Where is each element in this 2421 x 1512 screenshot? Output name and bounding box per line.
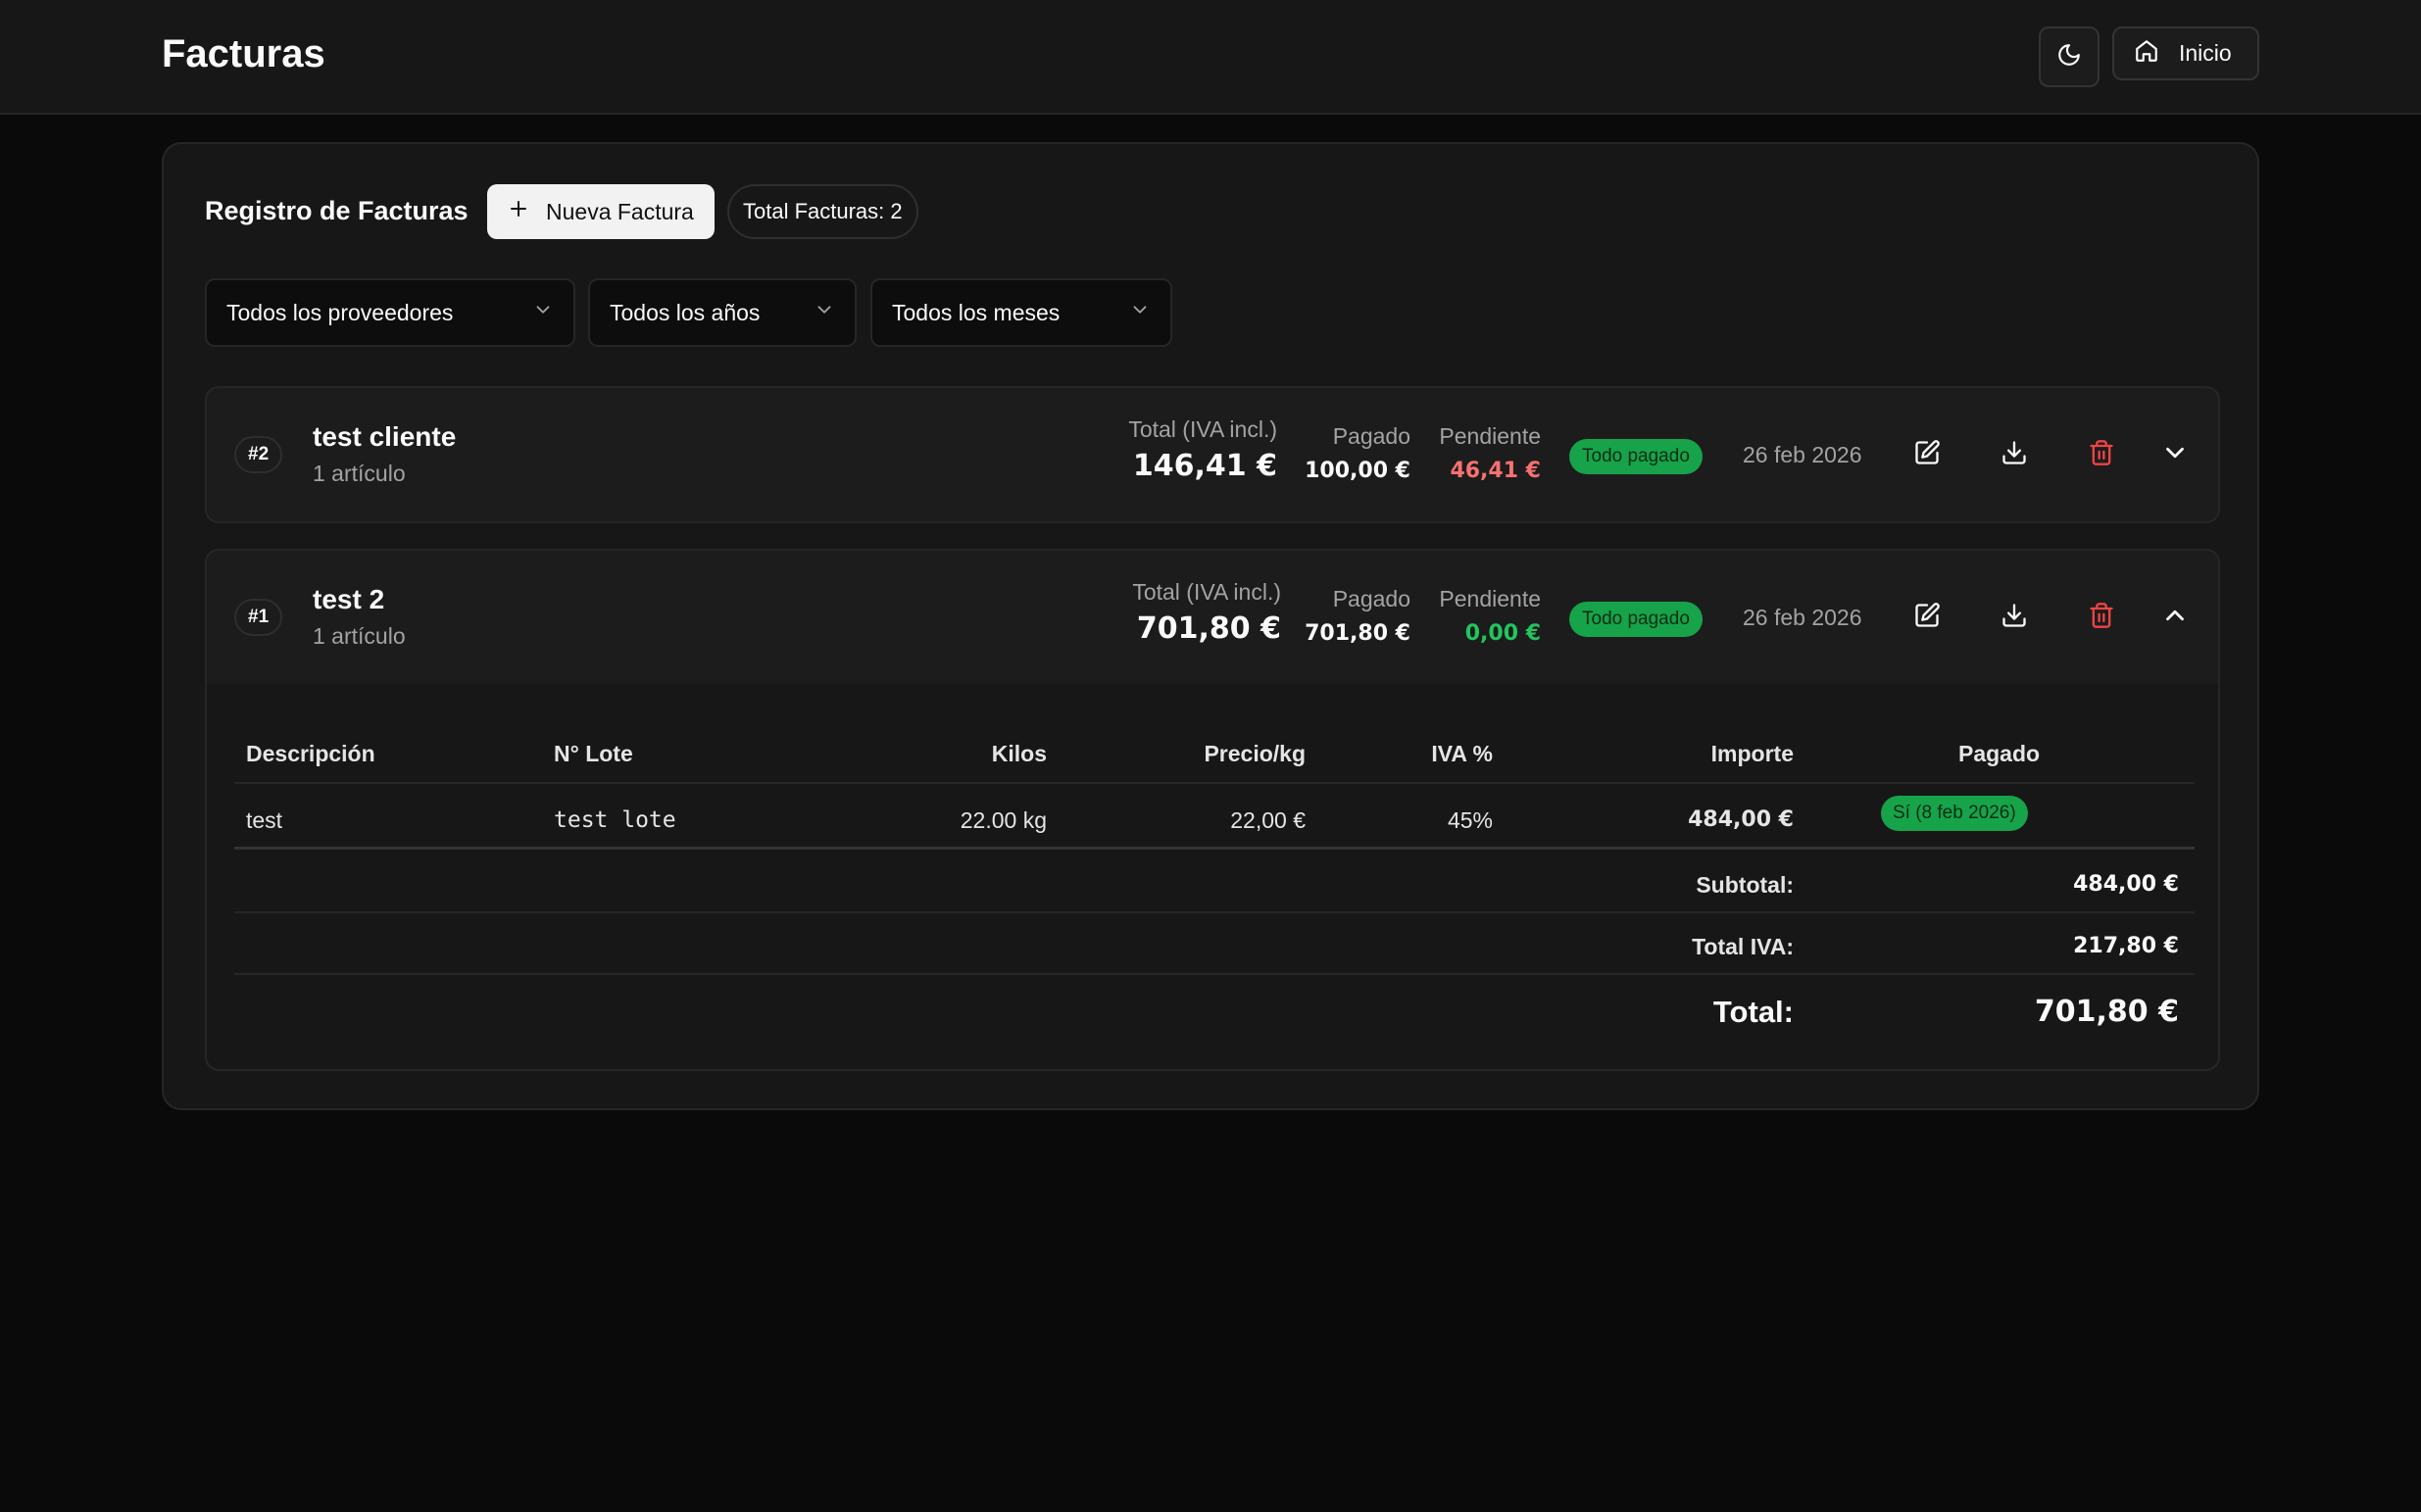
grand-total-value: 701,80 € [2034,995,2179,1029]
edit-button[interactable] [1907,435,1947,474]
cell-vat: 45% [1447,807,1493,833]
month-filter-value: Todos los meses [892,299,1061,325]
cell-amount: 484,00 € [1688,807,1794,832]
total-label: Total (IVA incl.) [1128,416,1277,442]
invoice-total: 146,41 € [1132,449,1277,483]
download-icon [2001,439,2028,471]
chevron-down-icon [814,299,835,326]
column-header-paid: Pagado [1958,741,2041,766]
invoice-pending: 0,00 € [1464,621,1541,646]
invoice-date: 26 feb 2026 [1743,442,1862,467]
column-header-vat: IVA % [1431,741,1493,766]
edit-icon [1913,439,1941,471]
invoice-paid: 100,00 € [1305,459,1410,483]
cell-kilos: 22.00 kg [960,807,1047,833]
collapse-button[interactable] [2155,598,2195,637]
invoice-item-count: 1 artículo [313,461,406,486]
delete-button[interactable] [2082,598,2121,637]
status-badge: Todo pagado [1569,602,1703,637]
provider-filter-value: Todos los proveedores [226,299,454,325]
chevron-down-icon [1129,299,1151,326]
grand-total-label: Total: [1712,995,1794,1029]
column-header-lot: N° Lote [554,741,633,766]
app-header: Facturas Inicio [0,0,2421,115]
total-label: Total (IVA incl.) [1132,579,1281,605]
divider [234,847,2195,850]
trash-icon [2088,602,2115,634]
invoice-card: #1 test 2 1 artículo Total (IVA incl.) 7… [205,549,2220,1071]
moon-icon [2056,42,2082,73]
trash-icon [2088,439,2115,471]
delete-button[interactable] [2082,435,2121,474]
column-header-amount: Importe [1710,741,1794,766]
divider [234,973,2195,975]
column-header-description: Descripción [246,741,375,766]
edit-icon [1913,602,1941,634]
edit-button[interactable] [1907,598,1947,637]
invoice-registry-card: Registro de Facturas Nueva Factura Total… [162,142,2259,1110]
paid-label: Pagado [1332,586,1410,611]
provider-filter-select[interactable]: Todos los proveedores [205,278,575,347]
column-header-price: Precio/kg [1204,741,1306,766]
year-filter-select[interactable]: Todos los años [588,278,857,347]
paid-status-badge: Sí (8 feb 2026) [1881,796,2028,831]
download-button[interactable] [1995,598,2034,637]
invoice-client-name: test cliente [313,421,457,452]
pending-label: Pendiente [1439,586,1541,611]
download-button[interactable] [1995,435,2034,474]
paid-label: Pagado [1332,423,1410,449]
total-invoices-badge: Total Facturas: 2 [727,184,918,239]
chevron-down-icon [532,299,554,326]
subtotal-label: Subtotal: [1696,872,1794,898]
cell-lot: test lote [554,807,676,833]
download-icon [2001,602,2028,634]
chevron-up-icon [2160,601,2190,635]
home-icon [2134,38,2159,70]
status-badge: Todo pagado [1569,439,1703,474]
new-invoice-button[interactable]: Nueva Factura [487,184,715,239]
subtotal-value: 484,00 € [2073,872,2179,897]
invoice-number-badge: #2 [234,436,283,473]
invoice-number-badge: #1 [234,599,283,636]
cell-description: test [246,807,283,833]
invoice-header[interactable]: #1 test 2 1 artículo Total (IVA incl.) 7… [207,551,2218,684]
theme-toggle-button[interactable] [2039,26,2100,87]
invoice-pending: 46,41 € [1450,459,1541,483]
vat-total-value: 217,80 € [2073,934,2179,958]
cell-price: 22,00 € [1230,807,1306,833]
invoice-client-name: test 2 [313,584,385,614]
divider [234,782,2195,784]
invoice-paid: 701,80 € [1305,621,1410,646]
column-header-kilos: Kilos [991,741,1047,766]
invoice-detail-table: Descripción N° Lote Kilos Precio/kg IVA … [207,684,2218,1069]
home-button[interactable]: Inicio [2112,26,2259,80]
expand-button[interactable] [2155,435,2195,474]
chevron-down-icon [2160,438,2190,472]
vat-total-label: Total IVA: [1692,934,1794,959]
pending-label: Pendiente [1439,423,1541,449]
invoice-header[interactable]: #2 test cliente 1 artículo Total (IVA in… [207,388,2218,521]
plus-icon [507,197,530,226]
invoice-date: 26 feb 2026 [1743,605,1862,630]
invoice-total: 701,80 € [1136,611,1281,646]
new-invoice-label: Nueva Factura [546,198,694,224]
page-title: Facturas [162,32,325,75]
month-filter-select[interactable]: Todos los meses [870,278,1172,347]
home-label: Inicio [2179,40,2232,66]
registry-title: Registro de Facturas [205,196,469,225]
divider [234,911,2195,913]
year-filter-value: Todos los años [610,299,761,325]
invoice-item-count: 1 artículo [313,623,406,649]
invoice-card: #2 test cliente 1 artículo Total (IVA in… [205,386,2220,523]
